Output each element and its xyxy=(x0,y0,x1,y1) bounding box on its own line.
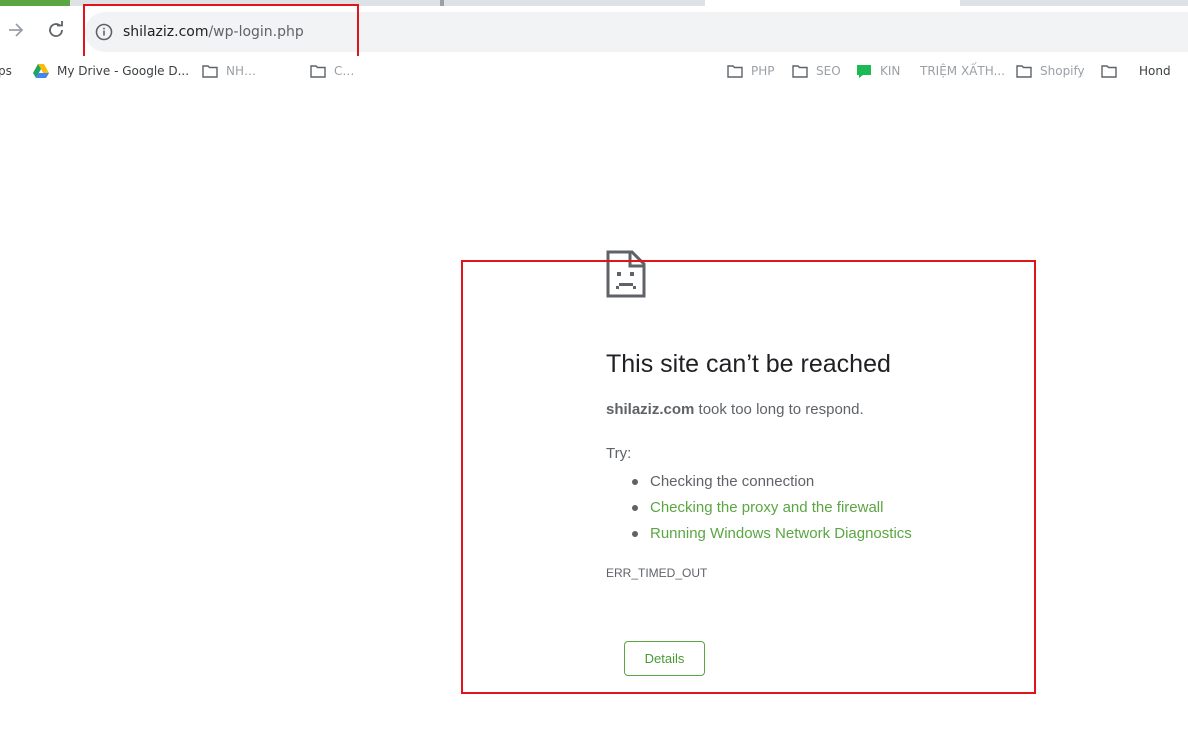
reload-icon xyxy=(49,21,63,37)
bookmark-label: PHP xyxy=(751,64,775,78)
bookmark-label: KIN xyxy=(880,64,901,78)
url-path: /wp-login.php xyxy=(208,24,304,40)
address-url[interactable]: shilaziz.com/wp-login.php xyxy=(123,22,304,42)
bookmark-label: SEO xyxy=(816,64,841,78)
bookmark-folder-php[interactable]: PHP xyxy=(727,61,775,81)
url-host: shilaziz.com xyxy=(123,24,209,40)
reload-button[interactable] xyxy=(44,18,68,42)
error-title: This site can’t be reached xyxy=(606,350,891,378)
suggestion-check-proxy-link[interactable]: Checking the proxy and the firewall xyxy=(606,495,912,521)
bookmarks-bar: ps My Drive - Google D... NH… C… PHP SEO xyxy=(0,56,1188,86)
error-host: shilaziz.com xyxy=(606,401,695,418)
bullet xyxy=(632,479,638,485)
chat-icon xyxy=(857,65,871,78)
info-icon[interactable] xyxy=(95,23,113,41)
sad-page-icon xyxy=(606,250,646,298)
try-label: Try: xyxy=(606,445,632,462)
error-summary: shilaziz.com took too long to respond. xyxy=(606,400,864,420)
bookmark-kin[interactable]: KIN xyxy=(856,61,900,81)
suggestions-list: Checking the connection Checking the pro… xyxy=(606,469,912,547)
suggestion-text: Checking the connection xyxy=(650,473,815,490)
arrow-right-icon xyxy=(9,23,24,37)
bookmark-folder-seo[interactable]: SEO xyxy=(792,61,841,81)
suggestion-text[interactable]: Checking the proxy and the firewall xyxy=(650,499,883,516)
suggestion-text[interactable]: Running Windows Network Diagnostics xyxy=(650,525,912,542)
bookmark-label: NH… xyxy=(226,64,256,78)
bookmark-folder-nh[interactable]: NH… xyxy=(202,61,256,81)
bookmark-folder-shopify[interactable]: Shopify xyxy=(1016,61,1085,81)
bookmark-folder-c[interactable]: C… xyxy=(310,61,354,81)
bookmark-label: ps xyxy=(0,64,12,78)
bookmark-label: TRIỆM XẤTH... xyxy=(920,64,1005,78)
details-button[interactable]: Details xyxy=(624,641,705,676)
folder-icon xyxy=(792,65,808,78)
bookmark-label: Hond xyxy=(1139,64,1171,78)
bookmark-my-drive[interactable]: My Drive - Google D... xyxy=(33,61,189,81)
folder-icon xyxy=(727,65,743,78)
bookmark-label: C… xyxy=(334,64,355,78)
suggestion-network-diagnostics-link[interactable]: Running Windows Network Diagnostics xyxy=(606,521,912,547)
bookmark-label: My Drive - Google D... xyxy=(57,64,190,78)
suggestion-check-connection: Checking the connection xyxy=(606,469,912,495)
folder-icon xyxy=(1016,65,1032,78)
browser-toolbar: shilaziz.com/wp-login.php xyxy=(0,6,1188,54)
bookmark-apps[interactable]: ps xyxy=(0,61,12,81)
error-code: ERR_TIMED_OUT xyxy=(606,566,708,580)
bookmark-folder-hond[interactable]: Hond xyxy=(1101,61,1171,81)
bookmark-label: Shopify xyxy=(1040,64,1085,78)
bullet xyxy=(632,505,638,511)
google-drive-icon xyxy=(33,64,49,78)
folder-icon xyxy=(1101,65,1117,78)
address-bar[interactable]: shilaziz.com/wp-login.php xyxy=(85,12,1188,52)
bullet xyxy=(632,531,638,537)
error-summary-text: took too long to respond. xyxy=(694,401,864,418)
forward-button[interactable] xyxy=(4,18,28,42)
folder-icon xyxy=(202,65,218,78)
folder-icon xyxy=(310,65,326,78)
bookmark-trai-nghiem[interactable]: TRIỆM XẤTH... xyxy=(920,61,1005,81)
